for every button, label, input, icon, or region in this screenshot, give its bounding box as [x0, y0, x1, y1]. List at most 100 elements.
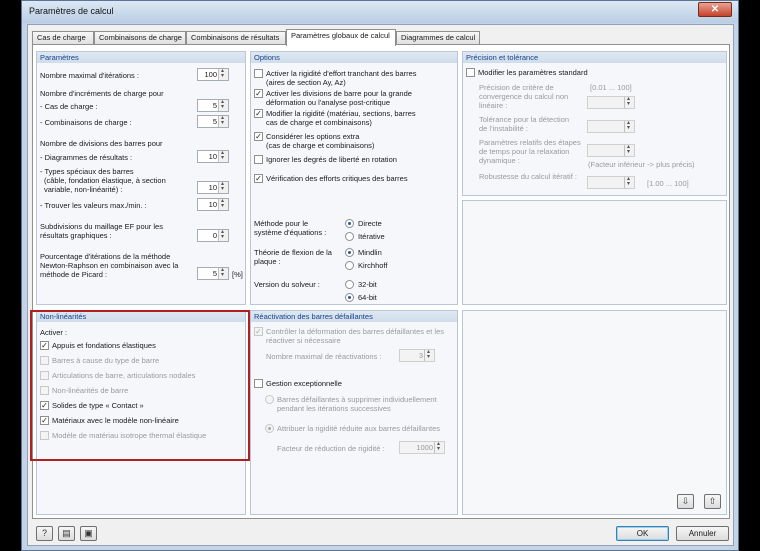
- max-reactivations-label: Nombre maximal de réactivations :: [266, 352, 382, 361]
- solver-64bit-radio[interactable]: [345, 293, 354, 302]
- combi-charge-input[interactable]: 5: [197, 114, 229, 128]
- option-checkbox[interactable]: [254, 155, 263, 164]
- method-iterative-label: Itérative: [358, 232, 385, 241]
- diagrammes-input[interactable]: 10: [197, 149, 229, 163]
- close-button[interactable]: ✕: [698, 2, 732, 17]
- robust-label: Robustesse du calcul itératif :: [479, 172, 577, 181]
- tol-label-2: de l'instabilité :: [479, 124, 528, 133]
- save-icon[interactable]: ▣: [80, 526, 97, 541]
- empty-panel-right-top: [462, 200, 727, 305]
- option-sublabel: (cas de charge et combinaisons): [266, 141, 375, 150]
- conv-input[interactable]: [587, 95, 635, 109]
- max-iterations-value: 100: [204, 70, 217, 79]
- tab-parametres-globaux[interactable]: Paramètres globaux de calcul: [286, 29, 396, 46]
- option-checkbox[interactable]: ✓: [254, 89, 263, 98]
- theory-mindlin-label: Mindlin: [358, 248, 382, 257]
- spinner-arrows[interactable]: [624, 143, 634, 156]
- option-checkbox[interactable]: ✓: [254, 109, 263, 118]
- subdiv-label-1: Subdivisions du maillage EF pour les: [40, 222, 163, 231]
- pct-label-2: Newton-Raphson en combinaison avec la: [40, 261, 179, 270]
- supprimer-radio[interactable]: [265, 395, 274, 404]
- spinner-arrows[interactable]: [624, 175, 634, 188]
- max-reactivations-input[interactable]: 3: [399, 348, 435, 362]
- solver-32bit-radio[interactable]: [345, 280, 354, 289]
- method-iterative-radio[interactable]: [345, 232, 354, 241]
- tol-input[interactable]: [587, 119, 635, 133]
- spinner-arrows[interactable]: [218, 180, 228, 193]
- types-speciaux-label-2: (câble, fondation élastique, à section: [44, 176, 166, 185]
- relax-input[interactable]: [587, 143, 635, 157]
- method-label-1: Méthode pour le: [254, 219, 309, 228]
- option-sublabel: cas de charge et combinaisons): [266, 118, 372, 127]
- modifier-standard-label: Modifier les paramètres standard: [478, 68, 588, 77]
- rigidite-reduite-radio[interactable]: [265, 424, 274, 433]
- maxmin-label: - Trouver les valeurs max./min. :: [40, 201, 147, 210]
- controler-label-1: Contrôler la déformation des barres défa…: [266, 327, 445, 336]
- robust-input[interactable]: [587, 175, 635, 189]
- conv-range: [0.01 ... 100]: [590, 83, 632, 92]
- import-settings-button[interactable]: ⇩: [677, 494, 694, 509]
- pct-input[interactable]: 5: [197, 266, 229, 280]
- types-speciaux-label-1: - Types spéciaux des barres: [40, 167, 134, 176]
- precision-group: Précision et tolérance Modifier les para…: [462, 51, 727, 196]
- window-title: Paramètres de calcul: [29, 6, 114, 16]
- spinner-arrows[interactable]: [434, 440, 444, 453]
- spinner-arrows[interactable]: [218, 197, 228, 210]
- spinner-arrows[interactable]: [218, 228, 228, 241]
- types-speciaux-label-3: variable, non-linéarité) :: [44, 185, 123, 194]
- spinner-arrows[interactable]: [218, 98, 228, 111]
- types-speciaux-input[interactable]: 10: [197, 180, 229, 194]
- tol-label-1: Tolérance pour la détection: [479, 115, 570, 124]
- relax-label-2: de temps pour la relaxation: [479, 147, 570, 156]
- max-iterations-label: Nombre maximal d'itérations :: [40, 71, 139, 80]
- spinner-arrows[interactable]: [218, 149, 228, 162]
- tab-diagrammes-de-calcul[interactable]: Diagrammes de calcul: [396, 31, 480, 45]
- open-folder-icon[interactable]: ▤: [58, 526, 75, 541]
- method-directe-radio[interactable]: [345, 219, 354, 228]
- spinner-arrows[interactable]: [624, 95, 634, 108]
- parametres-group: Paramètres Nombre maximal d'itérations :…: [36, 51, 246, 305]
- export-settings-button[interactable]: ⇧: [704, 494, 721, 509]
- controler-deformation-checkbox[interactable]: ✓: [254, 327, 263, 336]
- theory-kirchhoff-radio[interactable]: [345, 261, 354, 270]
- spinner-arrows[interactable]: [218, 114, 228, 127]
- reactivation-group: Réactivation des barres défaillantes ✓ C…: [250, 310, 458, 515]
- cas-charge-input[interactable]: 5: [197, 98, 229, 112]
- theory-mindlin-radio[interactable]: [345, 248, 354, 257]
- help-icon[interactable]: ?: [36, 526, 53, 541]
- spinner-arrows[interactable]: [424, 348, 434, 361]
- spinner-arrows[interactable]: [624, 119, 634, 132]
- cancel-button[interactable]: Annuler: [676, 526, 729, 541]
- option-checkbox[interactable]: ✓: [254, 174, 263, 183]
- option-sublabel: (aires de section Ay, Az): [266, 78, 346, 87]
- method-directe-label: Directe: [358, 219, 382, 228]
- title-bar: Paramètres de calcul ✕: [22, 1, 738, 23]
- subdiv-value: 0: [212, 231, 217, 240]
- cas-charge-value: 5: [212, 101, 217, 110]
- pct-value: 5: [212, 269, 217, 278]
- option-sublabel: déformation ou l'analyse post-critique: [266, 98, 390, 107]
- increments-label: Nombre d'incréments de charge pour: [40, 89, 164, 98]
- empty-panel-right-bottom: [462, 310, 727, 515]
- max-iterations-input[interactable]: 100: [197, 67, 229, 81]
- option-label: Activer la rigidité d'effort tranchant d…: [266, 69, 417, 78]
- theory-kirchhoff-label: Kirchhoff: [358, 261, 388, 270]
- maxmin-input[interactable]: 10: [197, 197, 229, 211]
- modifier-standard-checkbox[interactable]: [466, 68, 475, 77]
- facteur-input[interactable]: 1000: [399, 440, 445, 454]
- ok-button[interactable]: OK: [616, 526, 669, 541]
- pct-unit: [%]: [232, 270, 243, 279]
- subdiv-input[interactable]: 0: [197, 228, 229, 242]
- tab-combinaisons-de-resultats[interactable]: Combinaisons de résultats: [186, 31, 286, 45]
- option-checkbox[interactable]: [254, 69, 263, 78]
- option-checkbox[interactable]: ✓: [254, 132, 263, 141]
- tab-combinaisons-de-charge[interactable]: Combinaisons de charge: [94, 31, 186, 45]
- conv-label-1: Précision de critère de: [479, 83, 554, 92]
- gestion-exceptionnelle-checkbox[interactable]: [254, 379, 263, 388]
- diagrammes-value: 10: [208, 152, 217, 161]
- spinner-arrows[interactable]: [218, 67, 228, 80]
- spinner-arrows[interactable]: [218, 266, 228, 279]
- pct-label-3: méthode de Picard :: [40, 270, 108, 279]
- tab-cas-de-charge[interactable]: Cas de charge: [32, 31, 94, 45]
- solver-label: Version du solveur :: [254, 280, 320, 289]
